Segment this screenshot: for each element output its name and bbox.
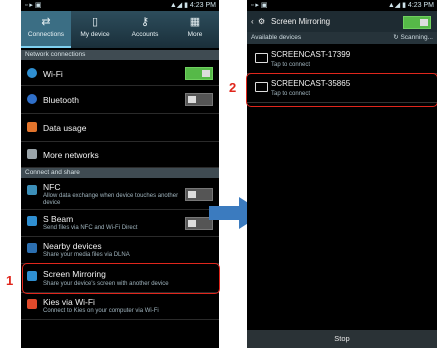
tab-my-device[interactable]: ▯ My device <box>71 11 119 48</box>
refresh-icon: ↻ <box>393 34 399 41</box>
signal-icon: ▲◢ ▮ <box>169 2 188 9</box>
status-bar-right: ▫ ▸ ▣ ▲◢ ▮ 4:23 PM <box>247 0 437 11</box>
connections-icon: ⇄ <box>41 16 51 28</box>
device-item[interactable]: SCREENCAST-17399 Tap to connect <box>247 45 437 74</box>
key-icon: ⚷ <box>140 16 150 28</box>
nearby-devices-icon <box>27 243 37 253</box>
page-title: Screen Mirroring <box>271 17 331 26</box>
more-icon: ▦ <box>189 16 201 28</box>
tab-accounts[interactable]: ⚷ Accounts <box>119 11 171 48</box>
notification-icons: ▫ ▸ ▣ <box>25 2 42 9</box>
nearby-devices-row[interactable]: Nearby devices Share your media files vi… <box>21 237 219 264</box>
kies-icon <box>27 299 37 309</box>
status-right: ▲◢ ▮ 4:23 PM <box>170 0 216 11</box>
kies-via-wifi-row[interactable]: Kies via Wi-Fi Connect to Kies on your c… <box>21 293 219 320</box>
device-icon: ▯ <box>91 16 99 28</box>
stop-button[interactable]: Stop <box>247 330 437 348</box>
section-connect-and-share: Connect and share <box>21 168 219 178</box>
settings-tabs: ⇄ Connections ▯ My device ⚷ Accounts ▦ M… <box>21 11 219 48</box>
s-beam-icon <box>27 216 37 226</box>
step-1-highlight <box>22 263 220 294</box>
wifi-row[interactable]: Wi-Fi <box>21 61 219 86</box>
step-2-number: 2 <box>229 80 237 95</box>
more-networks-row[interactable]: More networks <box>21 142 219 168</box>
available-devices-label: Available devices <box>251 34 302 41</box>
status-right-right: ▲◢ ▮ 4:23 PM <box>387 2 434 9</box>
wifi-icon <box>27 68 37 78</box>
bluetooth-icon <box>27 94 37 104</box>
bluetooth-row[interactable]: Bluetooth <box>21 86 219 114</box>
data-usage-icon <box>27 122 37 132</box>
data-usage-row[interactable]: Data usage <box>21 114 219 142</box>
signal-icon-right: ▲◢ ▮ <box>387 2 406 9</box>
tab-more[interactable]: ▦ More <box>171 11 219 48</box>
status-time: 4:23 PM <box>189 2 216 9</box>
s-beam-row[interactable]: S Beam Send files via NFC and Wi-Fi Dire… <box>21 210 219 237</box>
scanning-status: ↻ Scanning... <box>393 34 433 41</box>
nfc-row[interactable]: NFC Allow data exchange when device touc… <box>21 179 219 210</box>
screen-mirroring-screen: ▫ ▸ ▣ ▲◢ ▮ 4:23 PM ‹ ⚙ Screen Mirroring … <box>247 0 437 348</box>
back-icon[interactable]: ‹ <box>251 11 254 32</box>
bluetooth-toggle[interactable] <box>185 93 213 106</box>
status-bar: ▫ ▸ ▣ ▲◢ ▮ 4:23 PM <box>21 0 219 11</box>
available-devices-bar: Available devices ↻ Scanning... <box>247 32 437 44</box>
monitor-icon <box>255 53 268 63</box>
screen-mirroring-header: ‹ ⚙ Screen Mirroring <box>247 11 437 32</box>
wifi-toggle[interactable] <box>185 67 213 80</box>
nfc-icon <box>27 185 37 195</box>
more-networks-icon <box>27 149 37 159</box>
section-network-connections: Network connections <box>21 50 219 60</box>
notification-icons-right: ▫ ▸ ▣ <box>251 2 268 9</box>
settings-screen: ▫ ▸ ▣ ▲◢ ▮ 4:23 PM ⇄ Connections ▯ My de… <box>21 0 219 348</box>
tab-connections[interactable]: ⇄ Connections <box>21 11 71 48</box>
step-2-highlight <box>246 73 437 107</box>
step-1-number: 1 <box>6 273 14 288</box>
screen-mirroring-toggle[interactable] <box>403 16 431 29</box>
settings-gear-icon: ⚙ <box>258 17 266 26</box>
